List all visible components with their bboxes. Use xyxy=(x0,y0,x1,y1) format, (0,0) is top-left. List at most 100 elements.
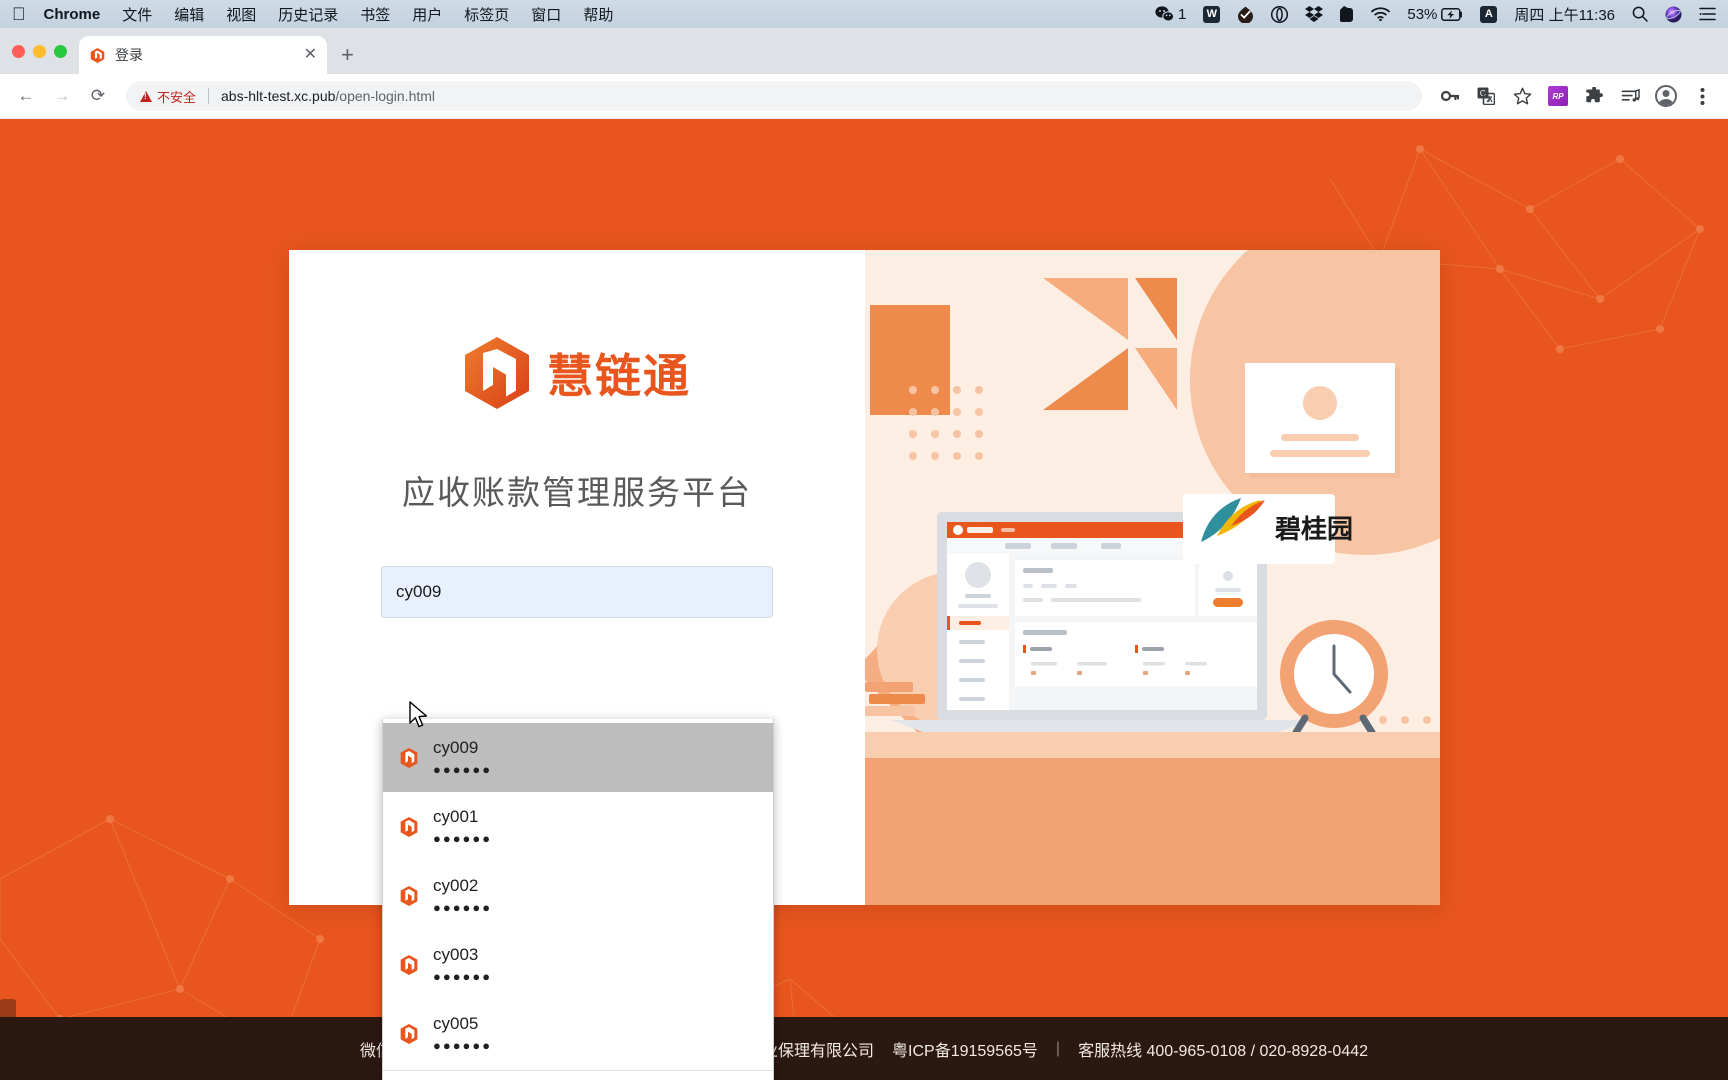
autofill-username: cy003 xyxy=(433,945,479,964)
star-icon xyxy=(1513,87,1531,105)
url-text: abs-hlt-test.xc.pub/open-login.html xyxy=(221,88,435,104)
menubar-item-history[interactable]: 历史记录 xyxy=(278,4,338,25)
menubar-item-view[interactable]: 视图 xyxy=(226,4,256,25)
autofill-row-cy001[interactable]: cy001 ●●●●●● xyxy=(383,792,773,861)
menubar-clock[interactable]: 周四 上午11:36 xyxy=(1514,4,1615,25)
media-playlist-icon xyxy=(1621,88,1640,102)
menubar-app-name[interactable]: Chrome xyxy=(44,6,101,23)
menubar-item-window[interactable]: 窗口 xyxy=(531,4,561,25)
battery-percent-label: 53% xyxy=(1407,5,1438,23)
huiliantong-logo-icon xyxy=(400,954,418,975)
wps-icon[interactable]: W xyxy=(1203,5,1221,23)
mouse-cursor xyxy=(409,701,428,728)
maximize-window-button[interactable] xyxy=(54,44,67,58)
extension-rp-button[interactable]: RP xyxy=(1542,80,1574,112)
menubar-item-edit[interactable]: 编辑 xyxy=(174,4,204,25)
profile-button[interactable] xyxy=(1650,80,1682,112)
autofill-row-cy005[interactable]: cy005 ●●●●●● xyxy=(383,999,773,1068)
autofill-password-mask: ●●●●●● xyxy=(433,900,493,915)
security-status[interactable]: 不安全 xyxy=(140,87,196,106)
battery-charging-icon xyxy=(1441,7,1463,21)
browser-toolbar: ← → ⟳ 不安全 abs-hlt-test.xc.pub/open-login… xyxy=(0,74,1728,119)
wifi-icon[interactable] xyxy=(1371,7,1391,21)
battery-status-item[interactable]: 53% xyxy=(1407,6,1463,23)
siri-icon[interactable] xyxy=(1665,6,1682,23)
menubar-status-area: 1 W 53% A 周四 上午11:36 xyxy=(1155,4,1716,25)
page-footer: 微信公众号 | Copyright 2013-2020 慧链通（深圳）商业保理有… xyxy=(0,1017,1728,1080)
forward-button[interactable]: → xyxy=(46,80,78,112)
illustration-panel: 碧桂园 xyxy=(865,250,1440,905)
autofill-username: cy009 xyxy=(433,738,479,757)
input-source-icon[interactable]: A xyxy=(1480,5,1498,23)
menubar-item-file[interactable]: 文件 xyxy=(122,4,152,25)
back-button[interactable]: ← xyxy=(10,80,42,112)
chrome-window: 登录 ✕ + ← → ⟳ 不安全 abs-hlt-test.xc.pub/ope… xyxy=(0,28,1728,1080)
reload-button[interactable]: ⟳ xyxy=(82,80,114,112)
manage-passwords-item[interactable]: 管理密码... xyxy=(383,1071,773,1080)
autofill-row-cy009[interactable]: cy009 ●●●●●● xyxy=(383,723,773,792)
login-page: 慧链通 应收账款管理服务平台 cy009 碧桂园 cy009 ●●●●●● cy… xyxy=(0,119,1728,1080)
minimize-window-button[interactable] xyxy=(33,44,46,58)
brand-lockup: 慧链通 xyxy=(463,336,691,410)
bookmark-star-icon[interactable] xyxy=(1506,80,1538,112)
wechat-badge: 1 xyxy=(1178,5,1187,23)
evernote-icon[interactable] xyxy=(1340,5,1354,23)
username-input-value: cy009 xyxy=(396,582,442,601)
footer-hotline: 客服热线 400-965-0108 / 020-8928-0442 xyxy=(1078,1042,1369,1060)
autofill-row-cy002[interactable]: cy002 ●●●●●● xyxy=(383,861,773,930)
chrome-menu-button[interactable] xyxy=(1686,80,1718,112)
login-illustration: 碧桂园 xyxy=(865,250,1440,905)
opera-circle-icon[interactable] xyxy=(1271,5,1289,23)
extensions-button[interactable] xyxy=(1578,80,1610,112)
profile-avatar-icon xyxy=(1655,85,1677,107)
autofill-entry-text: cy003 ●●●●●● xyxy=(433,946,492,983)
brand-name: 慧链通 xyxy=(547,350,691,402)
search-icon[interactable] xyxy=(1632,6,1648,22)
footer-icp[interactable]: 粤ICP备19159565号 xyxy=(892,1037,1038,1061)
huiliantong-logo-icon xyxy=(400,816,418,837)
autofill-password-mask: ●●●●●● xyxy=(433,969,493,984)
autofill-row-cy003[interactable]: cy003 ●●●●●● xyxy=(383,930,773,999)
username-input[interactable]: cy009 xyxy=(381,566,773,618)
autofill-entry-text: cy002 ●●●●●● xyxy=(433,877,492,914)
security-status-label: 不安全 xyxy=(157,89,197,105)
close-tab-button[interactable]: ✕ xyxy=(304,47,317,63)
wechat-status-item[interactable]: 1 xyxy=(1155,6,1186,23)
translate-icon-glyph: G xyxy=(1477,87,1495,105)
autofill-username: cy002 xyxy=(433,876,479,895)
browser-tab[interactable]: 登录 ✕ xyxy=(79,36,327,74)
menubar-item-help[interactable]: 帮助 xyxy=(583,4,613,25)
autofill-entry-text: cy001 ●●●●●● xyxy=(433,808,492,845)
translate-icon[interactable]: G xyxy=(1470,80,1502,112)
autofill-username: cy001 xyxy=(433,807,479,826)
password-autofill-dropdown[interactable]: cy009 ●●●●●● cy001 ●●●●●● cy002 ●●●●●● c… xyxy=(382,719,774,1080)
huiliantong-hexagon-logo xyxy=(465,337,529,409)
new-tab-button[interactable]: + xyxy=(341,44,354,66)
huiliantong-logo-icon xyxy=(400,747,418,768)
control-center-list-icon[interactable] xyxy=(1699,7,1716,21)
partner-logo-card: 碧桂园 xyxy=(1183,494,1353,564)
autofill-password-mask: ●●●●●● xyxy=(433,831,493,846)
menubar-item-bookmarks[interactable]: 书签 xyxy=(360,4,390,25)
autofill-username: cy005 xyxy=(433,1014,479,1033)
password-manager-icon[interactable] xyxy=(1434,80,1466,112)
huiliantong-logo-icon xyxy=(90,47,105,63)
url-path: /open-login.html xyxy=(335,88,436,104)
dropbox-icon[interactable] xyxy=(1305,6,1324,22)
close-window-button[interactable] xyxy=(12,44,25,58)
autofill-entry-text: cy009 ●●●●●● xyxy=(433,739,492,776)
omnibox-divider xyxy=(208,88,210,104)
menubar-item-tabs[interactable]: 标签页 xyxy=(464,4,509,25)
puzzle-icon xyxy=(1585,86,1603,102)
autofill-password-mask: ●●●●●● xyxy=(433,1038,493,1053)
address-bar[interactable]: 不安全 abs-hlt-test.xc.pub/open-login.html xyxy=(126,81,1422,111)
ink-drop-icon[interactable] xyxy=(1237,6,1254,23)
url-host: abs-hlt-test.xc.pub xyxy=(221,88,336,104)
page-title: 应收账款管理服务平台 xyxy=(402,474,752,511)
svg-text:碧桂园: 碧桂园 xyxy=(1274,515,1353,545)
macos-menubar:  Chrome 文件 编辑 视图 历史记录 书签 用户 标签页 窗口 帮助 1… xyxy=(0,0,1728,28)
menubar-item-profiles[interactable]: 用户 xyxy=(412,4,442,25)
apple-icon[interactable]:  xyxy=(12,5,26,23)
media-playlist-button[interactable] xyxy=(1614,80,1646,112)
warning-triangle-icon xyxy=(140,90,152,102)
